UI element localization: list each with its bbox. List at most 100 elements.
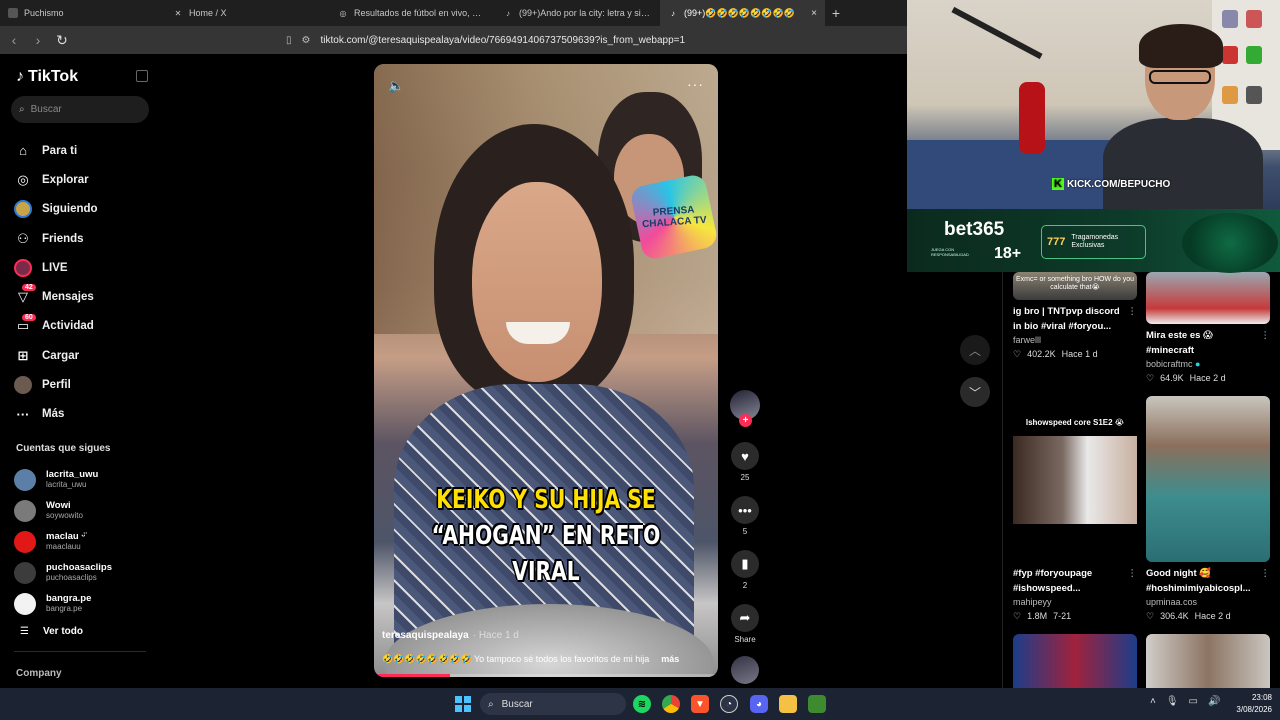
menu-item-mas[interactable]: ··· Más [14, 400, 154, 429]
tab-tiktok-active[interactable]: ♪ (99+)🤣🤣🤣🤣🤣🤣🤣🤣 × [660, 0, 825, 26]
tab-puchismo[interactable]: Puchismo [0, 0, 165, 26]
comment-icon[interactable]: ••• [731, 496, 759, 524]
back-icon[interactable]: ‹ [4, 32, 24, 48]
card-author[interactable]: mahipeyy [1013, 596, 1137, 609]
more-icon[interactable]: ⋮ [1128, 566, 1138, 581]
menu-item-friends[interactable]: ⚇ Friends [14, 224, 154, 253]
logo-text: PRENSA CHALACA TV [641, 204, 708, 231]
following-item[interactable]: puchoasaclips puchoasaclips [14, 557, 154, 588]
discord-icon[interactable]: ◕ [750, 695, 768, 713]
video-thumbnail[interactable] [1146, 396, 1270, 562]
video-card[interactable]: Good night 🥰 #hoshimimiyabicospl... ⋮ upm… [1146, 396, 1270, 623]
following-item[interactable]: lacrita_uwu lacrita_uwu [14, 464, 154, 495]
see-all-link[interactable]: ☰ Ver todo [20, 626, 83, 637]
verified-badge-icon: ● [1195, 359, 1201, 369]
file-explorer-icon[interactable] [779, 695, 797, 713]
save-count: 2 [742, 581, 748, 590]
chrome-icon[interactable] [662, 695, 680, 713]
following-item[interactable]: maclau ᵕ̈ maaclauu [14, 526, 154, 557]
video-thumbnail[interactable] [1146, 634, 1270, 688]
company-link[interactable]: Company [16, 668, 62, 679]
bookmark-icon[interactable]: ▮ [731, 550, 759, 578]
tab-resultados[interactable]: ◎ Resultados de fútbol en vivo, Marcad [330, 0, 495, 26]
creator-avatar[interactable]: + [730, 390, 760, 427]
menu-label: LIVE [42, 261, 68, 274]
brave-icon[interactable]: ▼ [691, 695, 709, 713]
video-card[interactable]: Ishowspeed core S1E2 😭 #fyp #foryoupage … [1013, 396, 1137, 623]
menu-item-cargar[interactable]: ⊞ Cargar [14, 341, 154, 370]
reload-icon[interactable]: ↻ [52, 32, 72, 49]
video-thumbnail[interactable]: Exmc= or something bro HOW do you calcul… [1013, 272, 1137, 300]
sidebar-divider [14, 651, 146, 652]
menu-item-mensajes[interactable]: ▽ 42 Mensajes [14, 282, 154, 311]
chevron-up-icon[interactable]: ˄ [1150, 696, 1156, 707]
volume-icon[interactable]: 🔊 [1208, 696, 1220, 707]
close-tab-icon[interactable]: × [811, 8, 817, 19]
video-card[interactable]: Mira este es 😱 #minecraft ⋮ bobicraftmc ●… [1146, 272, 1270, 385]
forward-icon[interactable]: › [28, 32, 48, 48]
progress-fill [374, 674, 450, 677]
system-clock[interactable]: 23:08 3/08/2026 [1228, 692, 1272, 716]
heart-icon[interactable]: ♥ [731, 442, 759, 470]
menu-item-para-ti[interactable]: ⌂ Para ti [14, 136, 154, 165]
previous-video-button[interactable]: ︿ [960, 335, 990, 365]
following-item[interactable]: Wowi soywowito [14, 495, 154, 526]
bookmark-icon[interactable]: ▯ [286, 35, 292, 46]
new-tab-button[interactable]: + [825, 5, 847, 21]
menu-item-siguiendo[interactable]: Siguiendo [14, 195, 154, 224]
video-player[interactable]: 🔈 ··· PRENSA CHALACA TV KEIKO Y SU HIJA … [374, 64, 718, 677]
bet-fine-print: JUEGA CON RESPONSABILIDAD [931, 247, 969, 257]
microphone-icon[interactable]: 🎙 [1166, 696, 1179, 707]
card-author[interactable]: bobicraftmc ● [1146, 358, 1270, 371]
url-field[interactable]: ▯ ⚙ tiktok.com/@teresaquispealaya/video/… [286, 35, 685, 46]
comment-action[interactable]: ••• 5 [728, 496, 762, 536]
minecraft-icon[interactable] [808, 695, 826, 713]
card-author[interactable]: farwelll [1013, 334, 1137, 347]
following-item[interactable]: bangra.pe bangra.pe [14, 588, 154, 619]
more-link[interactable]: más [661, 654, 679, 665]
tab-ando-por-la-city[interactable]: ♪ (99+)Ando por la city: letra y signifi… [495, 0, 660, 26]
video-thumbnail[interactable]: Ishowspeed core S1E2 😭 [1013, 396, 1137, 562]
video-card[interactable] [1146, 634, 1270, 688]
more-icon[interactable]: ⋮ [1128, 304, 1138, 319]
save-action[interactable]: ▮ 2 [728, 550, 762, 590]
tiktok-logo[interactable]: ♪ TikTok [16, 68, 78, 86]
card-title: ig bro | TNTpvp discord in bio #viral #f… [1013, 304, 1137, 334]
collapse-sidebar-icon[interactable] [136, 70, 148, 82]
volume-icon[interactable]: 🔈 [388, 78, 404, 94]
follow-plus-icon[interactable]: + [739, 414, 752, 427]
video-thumbnail[interactable] [1013, 634, 1137, 688]
tab-x-home[interactable]: ✕ Home / X [165, 0, 330, 26]
more-icon[interactable]: ⋮ [1261, 328, 1271, 343]
sound-avatar[interactable] [731, 656, 759, 684]
menu-item-live[interactable]: LIVE [14, 253, 154, 282]
spotify-icon[interactable]: ≋ [633, 695, 651, 713]
video-card[interactable]: Exmc= or something bro HOW do you calcul… [1013, 272, 1137, 361]
site-info-icon[interactable]: ⚙ [302, 35, 311, 46]
share-arrow-icon[interactable]: ➦ [731, 604, 759, 632]
search-input[interactable]: ⌕ Buscar [11, 96, 149, 123]
card-time: Hace 2 d [1189, 373, 1226, 383]
obs-icon[interactable]: ◔ [720, 695, 738, 713]
following-name: lacrita_uwu [46, 468, 99, 480]
taskbar-search[interactable]: ⌕ Buscar [480, 693, 626, 715]
like-action[interactable]: ♥ 25 [728, 442, 762, 482]
menu-item-perfil[interactable]: Perfil [14, 370, 154, 399]
video-progress-bar[interactable] [374, 674, 718, 677]
menu-item-explorar[interactable]: ◎ Explorar [14, 165, 154, 194]
card-time: 7-21 [1053, 611, 1072, 621]
video-figure-face [472, 182, 602, 382]
network-icon[interactable]: ▭ [1189, 696, 1198, 707]
menu-item-actividad[interactable]: ▭ 60 Actividad [14, 312, 154, 341]
more-icon[interactable]: ⋮ [1261, 566, 1271, 581]
video-thumbnail[interactable] [1146, 272, 1270, 324]
video-card[interactable] [1013, 634, 1137, 688]
video-author[interactable]: teresaquispealaya [382, 630, 469, 641]
thumbnail-image [1013, 436, 1137, 524]
windows-start-icon[interactable] [455, 696, 471, 712]
more-options-icon[interactable]: ··· [687, 76, 704, 92]
share-action[interactable]: ➦ Share [728, 604, 762, 644]
menu-label: Más [42, 408, 65, 421]
card-author[interactable]: upminaa.cos [1146, 596, 1270, 609]
next-video-button[interactable]: ﹀ [960, 377, 990, 407]
